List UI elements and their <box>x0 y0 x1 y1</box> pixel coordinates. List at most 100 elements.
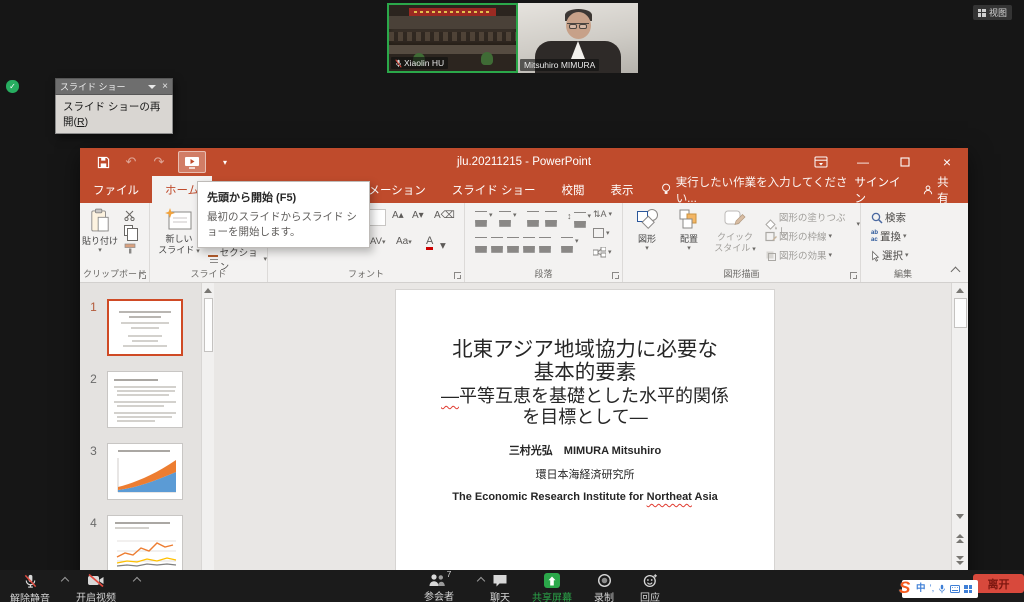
share-screen-button[interactable]: 共享屏幕 <box>532 573 572 602</box>
scrollbar-thumb[interactable] <box>954 298 967 328</box>
tab-view[interactable]: 表示 <box>598 176 647 203</box>
ime-toolbox-icon[interactable] <box>964 585 972 593</box>
thumbnail-row: 3 <box>80 443 201 500</box>
justify-icon <box>523 237 535 246</box>
ribbon-display-options-icon[interactable] <box>800 148 842 176</box>
tab-slideshow[interactable]: スライド ショー <box>439 176 549 203</box>
change-case-button[interactable]: Aa▾ <box>396 236 412 247</box>
chat-button[interactable]: 聊天 <box>490 573 510 602</box>
video-options-chevron[interactable] <box>133 577 141 585</box>
current-slide[interactable]: 北東アジア地域協力に必要な 基本的要素 ―平等互恵を基礎とした水平的関係 を目標… <box>396 290 774 574</box>
arrange-button[interactable]: 配置 ▾ <box>671 208 707 252</box>
justify-button[interactable] <box>523 237 535 246</box>
record-button[interactable]: 录制 <box>594 573 614 602</box>
unmute-button[interactable]: 解除静音 <box>10 573 50 602</box>
slide-thumbnail-3[interactable] <box>107 443 183 500</box>
shape-effects-button[interactable]: 図形の効果▾ <box>765 248 832 262</box>
decrease-font-icon[interactable]: A▾ <box>412 210 424 221</box>
thumbnail-scrollbar[interactable] <box>201 283 214 602</box>
align-left-button[interactable] <box>475 237 487 246</box>
close-window-icon[interactable]: × <box>926 148 968 176</box>
tab-review[interactable]: 校閲 <box>549 176 598 203</box>
quick-styles-button[interactable]: クイック スタイル ▾ <box>713 208 757 254</box>
participants-button[interactable]: 7 参会者 <box>424 573 454 602</box>
start-video-button[interactable]: 开启视频 <box>76 573 116 602</box>
participants-chevron[interactable] <box>477 577 485 585</box>
shape-outline-button[interactable]: 図形の枠線▾ <box>765 229 832 243</box>
video-tile-speaker[interactable]: Mitsuhiro MIMURA <box>518 3 638 73</box>
paste-button[interactable]: 貼り付け ▾ <box>82 208 118 254</box>
decrease-indent-button[interactable] <box>527 211 539 220</box>
reactions-button[interactable]: 回应 <box>640 573 660 602</box>
scroll-down-icon[interactable] <box>952 509 968 523</box>
leave-meeting-button[interactable]: 离开 <box>973 574 1024 593</box>
share-screen-icon <box>544 573 560 588</box>
text-direction-button[interactable]: ⇅A▾ <box>593 209 612 220</box>
new-slide-button[interactable]: 新しい スライド ▾ <box>158 208 200 256</box>
maximize-icon[interactable] <box>884 148 926 176</box>
dialog-launcher-icon[interactable] <box>454 272 461 279</box>
ime-mic-icon[interactable] <box>938 584 946 594</box>
dialog-launcher-icon[interactable] <box>612 272 619 279</box>
scroll-up-icon[interactable] <box>202 283 214 297</box>
powerpoint-window: ↶ ↷ ▾ jlu.20211215 - PowerPoint — × <box>80 148 968 602</box>
sign-in-link[interactable]: サインイン <box>854 174 907 206</box>
tab-file[interactable]: ファイル <box>80 176 152 203</box>
bullets-button[interactable]: ▾ <box>475 211 493 220</box>
mic-options-chevron[interactable] <box>61 577 69 585</box>
slideshow-popup-titlebar[interactable]: スライド ショー × <box>55 78 173 95</box>
increase-indent-button[interactable] <box>545 211 557 220</box>
align-center-button[interactable] <box>491 237 503 246</box>
format-painter-button[interactable] <box>124 243 136 254</box>
chevron-down-icon[interactable] <box>148 85 156 89</box>
slide-thumbnail-4[interactable] <box>107 515 183 572</box>
slideshow-popup: スライド ショー × スライド ショーの再開(R) <box>55 78 173 134</box>
font-color-button[interactable]: A <box>426 236 433 250</box>
clear-formatting-icon[interactable]: A⌫ <box>434 210 455 221</box>
distribute-button[interactable] <box>539 237 551 246</box>
security-shield-icon[interactable]: ✓ <box>6 80 19 93</box>
view-layout-button[interactable]: 视图 <box>973 5 1012 20</box>
find-button[interactable]: 検索 <box>871 210 906 225</box>
character-spacing-button[interactable]: AV▾ <box>370 236 385 247</box>
chevron-down-icon: ▾ <box>82 247 118 254</box>
cut-button[interactable] <box>124 210 135 221</box>
previous-slide-icon[interactable] <box>952 531 968 545</box>
align-text-button[interactable]: ▾ <box>593 228 610 238</box>
ime-punctuation-mode[interactable]: ’, <box>930 584 935 594</box>
ime-keyboard-icon[interactable] <box>950 585 960 593</box>
increase-font-icon[interactable]: A▴ <box>392 210 404 221</box>
ppt-titlebar[interactable]: ↶ ↷ ▾ jlu.20211215 - PowerPoint — × <box>80 148 968 176</box>
tell-me-box[interactable]: 実行したい作業を入力してください... <box>661 176 855 203</box>
area-chart-mini <box>112 456 178 496</box>
slide-number: 2 <box>80 371 107 428</box>
ime-toolbar[interactable]: S 中 ’, <box>902 580 978 598</box>
resume-slideshow-menu-item[interactable]: スライド ショーの再開(R) <box>55 95 173 134</box>
convert-smartart-button[interactable]: ▾ <box>593 247 612 258</box>
select-button[interactable]: 選択▾ <box>871 248 909 263</box>
slide-thumbnail-2[interactable] <box>107 371 183 428</box>
slide-thumbnail-1[interactable] <box>107 299 183 356</box>
ime-language-mode[interactable]: 中 <box>916 584 926 594</box>
shapes-button[interactable]: 図形 ▾ <box>629 208 665 252</box>
collapse-ribbon-icon[interactable] <box>951 267 961 277</box>
scroll-up-icon[interactable] <box>952 283 968 297</box>
close-icon[interactable]: × <box>162 82 168 92</box>
copy-button[interactable] <box>124 225 133 236</box>
dialog-launcher-icon[interactable] <box>850 272 857 279</box>
minimize-icon[interactable]: — <box>842 148 884 176</box>
columns-button[interactable]: ▾ <box>561 237 579 246</box>
slide-author: 三村光弘 MIMURA Mitsuhiro <box>396 442 774 458</box>
scrollbar-thumb[interactable] <box>204 298 213 352</box>
replace-button[interactable]: abac 置換▾ <box>871 229 907 244</box>
dialog-launcher-icon[interactable] <box>139 272 146 279</box>
video-tile-room[interactable]: Xiaolin HU <box>387 3 518 73</box>
line-spacing-button[interactable]: ↕▾ <box>567 211 591 221</box>
slide-scrollbar[interactable] <box>951 283 968 602</box>
share-button[interactable]: 共有 <box>923 174 958 206</box>
chevron-down-icon[interactable]: ▾ <box>440 241 446 253</box>
slide-number: 3 <box>80 443 107 500</box>
align-right-button[interactable] <box>507 237 519 246</box>
numbering-button[interactable]: ▾ <box>499 211 517 220</box>
next-slide-icon[interactable] <box>952 553 968 567</box>
